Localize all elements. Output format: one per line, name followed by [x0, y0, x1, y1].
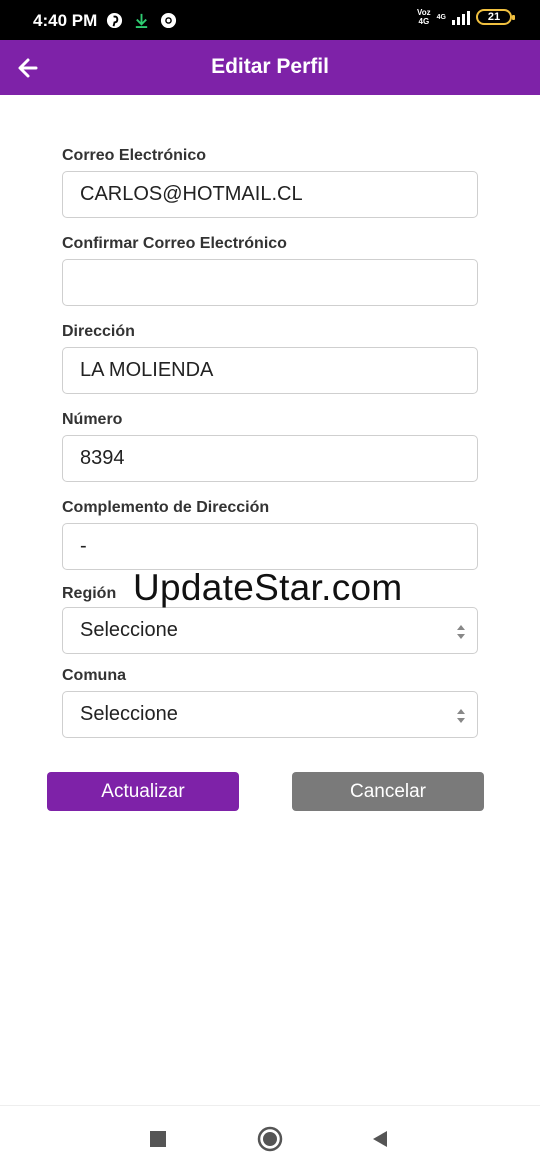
battery-icon: 21 [476, 9, 515, 25]
select-arrows-icon [457, 625, 465, 639]
status-bar: 4:40 PM Voz 4G 4G 21 [0, 0, 540, 40]
system-back-button[interactable] [367, 1126, 393, 1152]
network-voz: Voz [417, 8, 431, 17]
download-icon [135, 13, 148, 29]
edit-profile-form: Correo Electrónico Confirmar Correo Elec… [62, 145, 478, 747]
address-label: Dirección [62, 323, 135, 340]
system-nav-bar [0, 1105, 540, 1170]
back-icon [373, 1131, 387, 1147]
status-time: 4:40 PM [33, 11, 98, 30]
confirm-email-field-group: Confirmar Correo Electrónico [62, 233, 478, 321]
update-button[interactable]: Actualizar [47, 772, 239, 811]
address-field-group: Dirección [62, 321, 478, 409]
network-4g-top: 4G [436, 13, 446, 21]
pinterest-icon [106, 12, 123, 29]
number-field-group: Número [62, 409, 478, 497]
home-icon [257, 1126, 283, 1152]
chrome-icon [160, 12, 177, 29]
comuna-label: Comuna [62, 667, 126, 684]
address-complement-field[interactable] [62, 523, 478, 570]
watermark-text: UpdateStar.com [133, 567, 403, 608]
status-notification-icons [106, 12, 177, 29]
cancel-button[interactable]: Cancelar [292, 772, 484, 811]
page-title: Editar Perfil [211, 55, 329, 78]
recent-apps-icon [150, 1131, 166, 1147]
confirm-email-field[interactable] [62, 259, 478, 306]
signal-icon [452, 9, 470, 25]
region-select[interactable]: Seleccione [62, 607, 478, 654]
region-select-value: Seleccione [80, 619, 178, 641]
number-label: Número [62, 411, 123, 428]
address-complement-label: Complemento de Dirección [62, 499, 270, 516]
status-system-icons: Voz 4G 4G 21 [417, 8, 515, 26]
email-field[interactable] [62, 171, 478, 218]
app-bar: Editar Perfil [0, 40, 540, 95]
network-4g: 4G [418, 17, 430, 26]
comuna-select-value: Seleccione [80, 703, 178, 725]
battery-level: 21 [487, 11, 501, 23]
recent-apps-button[interactable] [145, 1126, 171, 1152]
number-field[interactable] [62, 435, 478, 482]
address-field[interactable] [62, 347, 478, 394]
network-label: Voz 4G [417, 8, 431, 26]
select-arrows-icon [457, 709, 465, 723]
comuna-select-group: Comuna Seleccione [62, 665, 478, 747]
home-button[interactable] [257, 1126, 283, 1152]
email-field-group: Correo Electrónico [62, 145, 478, 233]
comuna-select[interactable]: Seleccione [62, 691, 478, 738]
confirm-email-label: Confirmar Correo Electrónico [62, 235, 287, 252]
network-label-2: 4G [437, 13, 446, 22]
email-label: Correo Electrónico [62, 147, 207, 164]
